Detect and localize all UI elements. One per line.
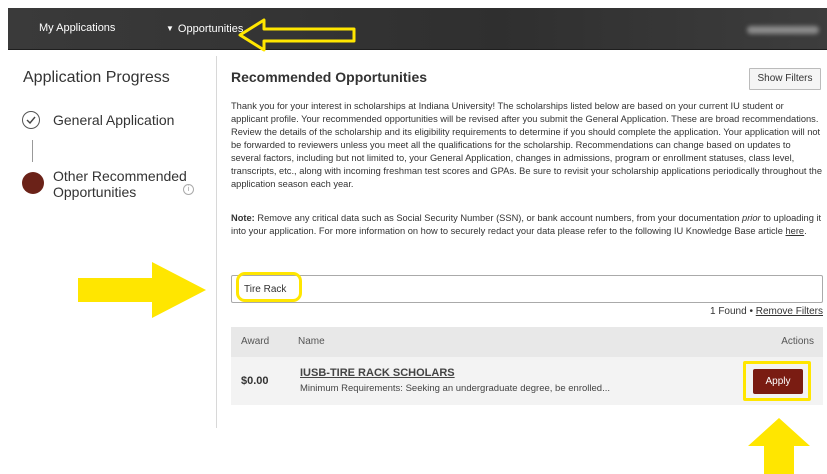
step-label: General Application bbox=[53, 112, 175, 128]
award-value: $0.00 bbox=[241, 375, 269, 387]
separator: • bbox=[746, 306, 756, 317]
table-row: $0.00 IUSB-TIRE RACK SCHOLARS Minimum Re… bbox=[231, 357, 823, 405]
check-circle-icon bbox=[22, 111, 40, 129]
sidebar-divider bbox=[216, 56, 217, 428]
step-label: Other Recommended Opportunities bbox=[53, 168, 187, 200]
note-part1: Remove any critical data such as Social … bbox=[254, 213, 743, 223]
nav-opportunities[interactable]: ▼ Opportunities bbox=[166, 8, 243, 49]
table-header: Award Name Actions bbox=[231, 327, 823, 357]
arrow-right-annotation bbox=[78, 262, 206, 318]
note-italic: prior bbox=[742, 213, 761, 223]
caret-down-icon: ▼ bbox=[166, 24, 174, 33]
search-highlight-box bbox=[236, 272, 302, 302]
note-label: Note: bbox=[231, 213, 255, 223]
nav-opportunities-label: Opportunities bbox=[177, 23, 244, 35]
header-name: Name bbox=[298, 336, 325, 347]
header-award: Award bbox=[241, 336, 270, 347]
note-text: Note: Remove any critical data such as S… bbox=[231, 212, 823, 238]
nav-my-applications[interactable]: My Applications bbox=[39, 8, 115, 49]
results-summary: 1 Found • Remove Filters bbox=[710, 306, 823, 317]
step-connector bbox=[32, 140, 33, 162]
arrow-left-annotation bbox=[238, 18, 356, 52]
top-nav-bar: My Applications ▼ Opportunities bbox=[8, 8, 827, 50]
show-filters-button[interactable]: Show Filters bbox=[749, 68, 821, 90]
opportunity-requirements: Minimum Requirements: Seeking an undergr… bbox=[300, 383, 610, 394]
arrow-up-annotation bbox=[748, 418, 810, 474]
page-title: Recommended Opportunities bbox=[231, 69, 428, 85]
sidebar-title: Application Progress bbox=[23, 69, 170, 86]
search-input[interactable] bbox=[231, 275, 823, 303]
apply-highlight-box bbox=[743, 361, 811, 401]
opportunity-name-link[interactable]: IUSB-TIRE RACK SCHOLARS bbox=[300, 367, 455, 379]
current-step-dot-icon bbox=[22, 172, 44, 194]
intro-text: Thank you for your interest in scholarsh… bbox=[231, 101, 822, 189]
user-menu-blurred[interactable] bbox=[747, 26, 819, 34]
note-end: . bbox=[804, 226, 807, 236]
found-count: 1 Found bbox=[709, 306, 747, 317]
info-icon[interactable]: i bbox=[183, 184, 194, 195]
kb-article-link[interactable]: here bbox=[786, 226, 805, 236]
remove-filters-link[interactable]: Remove Filters bbox=[756, 306, 823, 317]
header-actions: Actions bbox=[781, 336, 814, 347]
